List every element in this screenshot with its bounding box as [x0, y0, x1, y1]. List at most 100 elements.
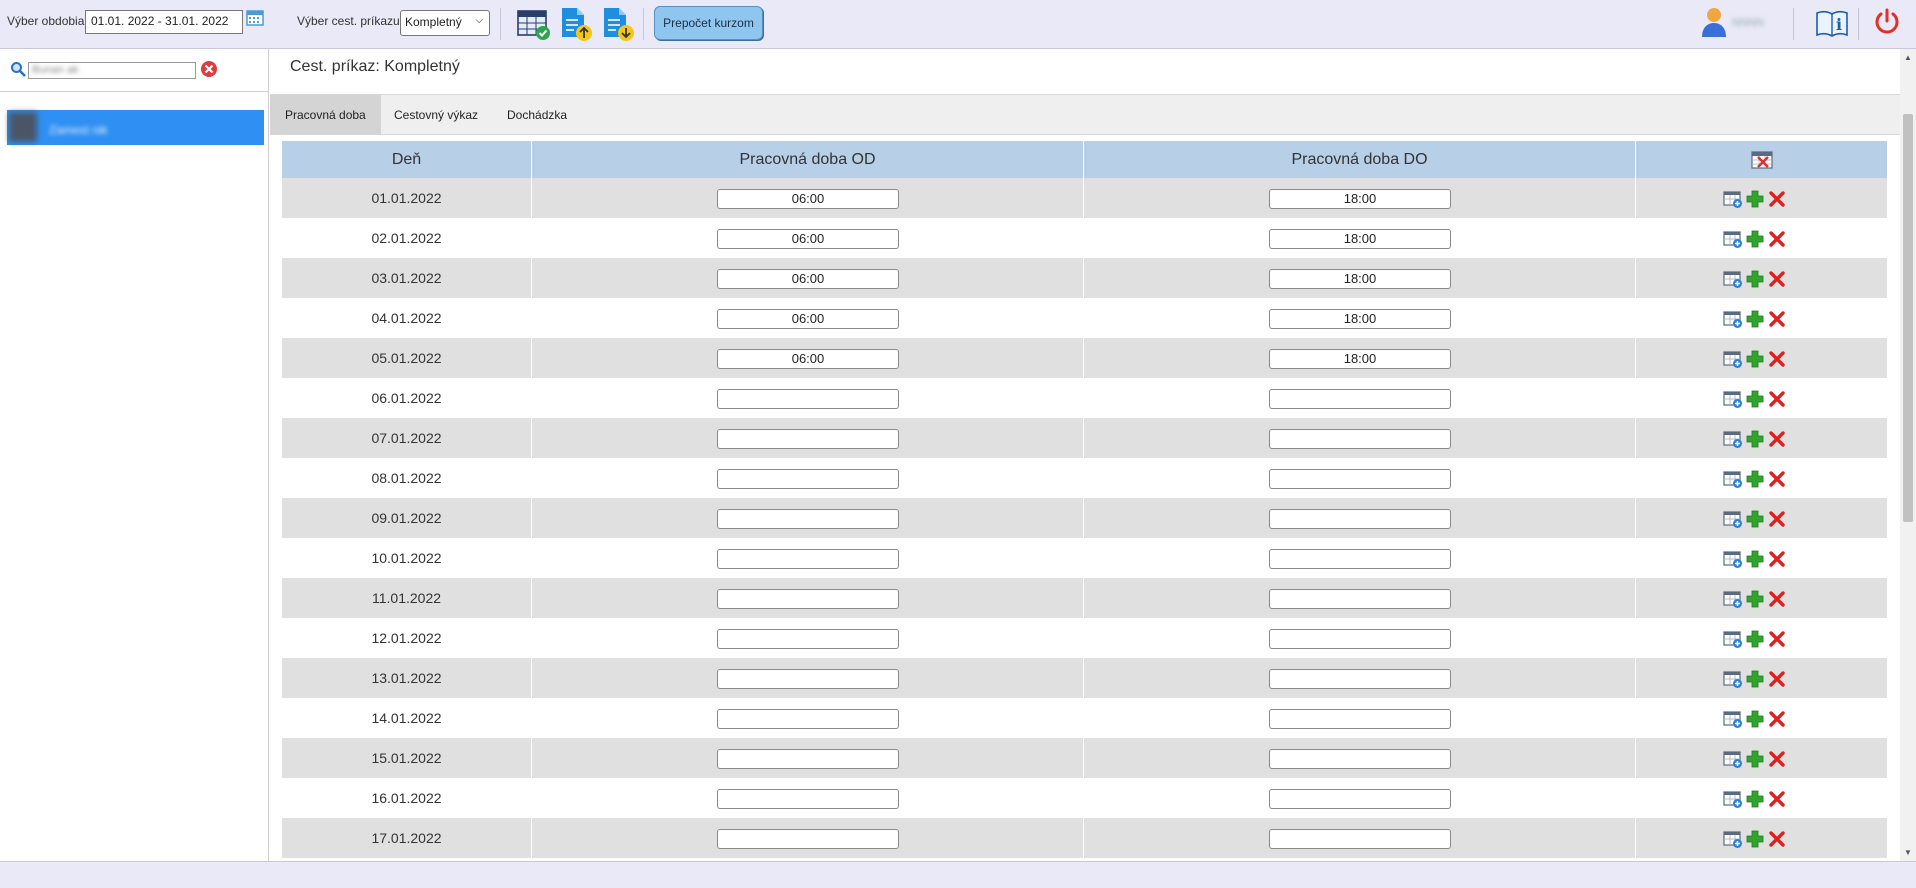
add-icon[interactable]	[1745, 669, 1765, 689]
time-from-input[interactable]: 06:00	[717, 189, 899, 209]
time-to-input[interactable]	[1269, 389, 1451, 409]
table-check-icon[interactable]	[516, 6, 552, 42]
time-from-input[interactable]	[717, 669, 899, 689]
time-from-input[interactable]	[717, 549, 899, 569]
time-from-input[interactable]	[717, 389, 899, 409]
delete-icon[interactable]	[1767, 309, 1787, 329]
calendar-icon[interactable]	[246, 8, 264, 26]
add-icon[interactable]	[1745, 749, 1765, 769]
delete-icon[interactable]	[1767, 669, 1787, 689]
time-from-input[interactable]: 06:00	[717, 269, 899, 289]
delete-icon[interactable]	[1767, 789, 1787, 809]
insert-row-icon[interactable]	[1723, 829, 1743, 849]
delete-icon[interactable]	[1767, 509, 1787, 529]
time-to-input[interactable]: 18:00	[1269, 229, 1451, 249]
add-icon[interactable]	[1745, 549, 1765, 569]
delete-icon[interactable]	[1767, 709, 1787, 729]
time-from-input[interactable]: 06:00	[717, 309, 899, 329]
time-from-input[interactable]: 06:00	[717, 349, 899, 369]
add-icon[interactable]	[1745, 789, 1765, 809]
add-icon[interactable]	[1745, 309, 1765, 329]
add-icon[interactable]	[1745, 709, 1765, 729]
insert-row-icon[interactable]	[1723, 189, 1743, 209]
insert-row-icon[interactable]	[1723, 589, 1743, 609]
time-from-input[interactable]	[717, 589, 899, 609]
time-to-input[interactable]	[1269, 429, 1451, 449]
time-to-input[interactable]	[1269, 709, 1451, 729]
vertical-scrollbar[interactable]: ▲ ▼	[1900, 49, 1916, 861]
insert-row-icon[interactable]	[1723, 669, 1743, 689]
delete-icon[interactable]	[1767, 469, 1787, 489]
insert-row-icon[interactable]	[1723, 429, 1743, 449]
add-icon[interactable]	[1745, 629, 1765, 649]
add-icon[interactable]	[1745, 429, 1765, 449]
sidebar-item-employee[interactable]: Zamest nik	[7, 110, 264, 145]
tab-working-time[interactable]: Pracovná doba	[270, 95, 381, 135]
time-to-input[interactable]	[1269, 509, 1451, 529]
time-from-input[interactable]	[717, 709, 899, 729]
insert-row-icon[interactable]	[1723, 269, 1743, 289]
add-icon[interactable]	[1745, 469, 1765, 489]
file-upload-icon[interactable]	[558, 6, 594, 42]
user-icon[interactable]	[1701, 6, 1727, 38]
scroll-up-icon[interactable]: ▲	[1904, 53, 1912, 62]
insert-row-icon[interactable]	[1723, 549, 1743, 569]
time-from-input[interactable]	[717, 789, 899, 809]
delete-icon[interactable]	[1767, 429, 1787, 449]
time-to-input[interactable]: 18:00	[1269, 349, 1451, 369]
time-to-input[interactable]	[1269, 669, 1451, 689]
insert-row-icon[interactable]	[1723, 709, 1743, 729]
time-to-input[interactable]	[1269, 829, 1451, 849]
delete-icon[interactable]	[1767, 549, 1787, 569]
tab-attendance[interactable]: Dochádzka	[492, 95, 582, 135]
time-to-input[interactable]	[1269, 789, 1451, 809]
add-icon[interactable]	[1745, 589, 1765, 609]
add-icon[interactable]	[1745, 389, 1765, 409]
time-from-input[interactable]	[717, 629, 899, 649]
add-icon[interactable]	[1745, 229, 1765, 249]
delete-icon[interactable]	[1767, 349, 1787, 369]
delete-icon[interactable]	[1767, 589, 1787, 609]
time-to-input[interactable]	[1269, 549, 1451, 569]
insert-row-icon[interactable]	[1723, 469, 1743, 489]
clear-search-icon[interactable]	[200, 60, 218, 78]
scrollbar-thumb[interactable]	[1903, 114, 1913, 522]
time-from-input[interactable]	[717, 429, 899, 449]
delete-icon[interactable]	[1767, 749, 1787, 769]
insert-row-icon[interactable]	[1723, 349, 1743, 369]
time-from-input[interactable]	[717, 749, 899, 769]
file-download-icon[interactable]	[600, 6, 636, 42]
time-to-input[interactable]: 18:00	[1269, 309, 1451, 329]
time-to-input[interactable]	[1269, 589, 1451, 609]
insert-row-icon[interactable]	[1723, 509, 1743, 529]
insert-row-icon[interactable]	[1723, 789, 1743, 809]
order-select[interactable]: Kompletný ⌵	[400, 10, 490, 36]
delete-icon[interactable]	[1767, 389, 1787, 409]
tab-travel-report[interactable]: Cestovný výkaz	[379, 95, 493, 135]
insert-row-icon[interactable]	[1723, 749, 1743, 769]
delete-icon[interactable]	[1767, 829, 1787, 849]
add-icon[interactable]	[1745, 189, 1765, 209]
add-icon[interactable]	[1745, 269, 1765, 289]
period-input[interactable]: 01.01. 2022 - 31.01. 2022	[85, 10, 243, 34]
delete-icon[interactable]	[1767, 189, 1787, 209]
time-to-input[interactable]	[1269, 749, 1451, 769]
time-from-input[interactable]: 06:00	[717, 229, 899, 249]
add-icon[interactable]	[1745, 829, 1765, 849]
time-to-input[interactable]: 18:00	[1269, 189, 1451, 209]
scroll-down-icon[interactable]: ▼	[1904, 848, 1912, 857]
add-icon[interactable]	[1745, 509, 1765, 529]
insert-row-icon[interactable]	[1723, 309, 1743, 329]
time-to-input[interactable]	[1269, 629, 1451, 649]
time-from-input[interactable]	[717, 829, 899, 849]
insert-row-icon[interactable]	[1723, 229, 1743, 249]
recalc-rate-button[interactable]: Prepočet kurzom	[654, 6, 763, 40]
manual-info-icon[interactable]: i	[1815, 7, 1849, 39]
add-icon[interactable]	[1745, 349, 1765, 369]
insert-row-icon[interactable]	[1723, 629, 1743, 649]
power-icon[interactable]	[1872, 7, 1902, 37]
time-to-input[interactable]	[1269, 469, 1451, 489]
time-from-input[interactable]	[717, 509, 899, 529]
delete-all-icon[interactable]	[1751, 150, 1773, 170]
employee-search-input[interactable]: Bunan ak	[28, 62, 196, 79]
